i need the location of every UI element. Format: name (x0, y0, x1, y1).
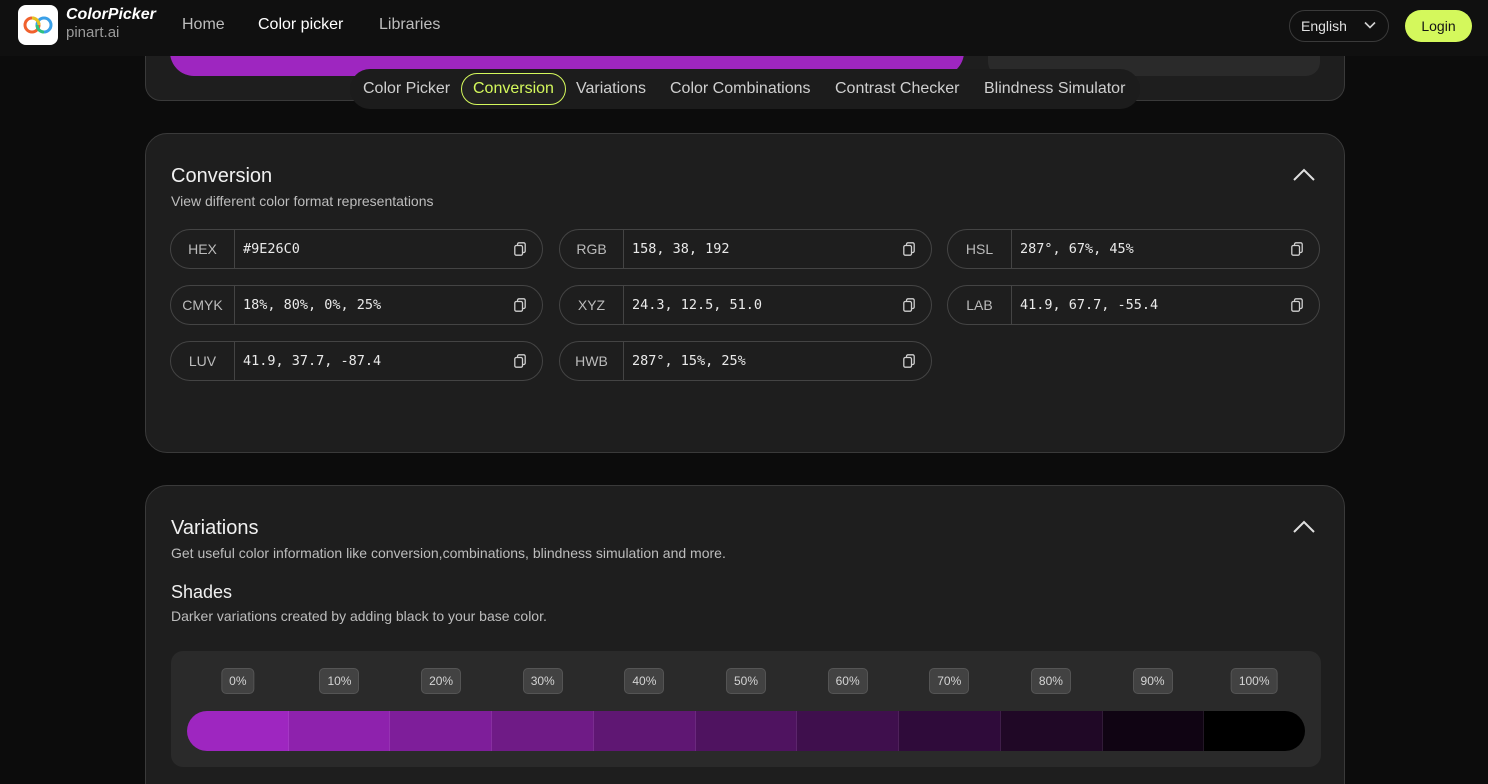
shade-swatches (187, 711, 1305, 751)
field-value[interactable]: 158, 38, 192 (624, 241, 887, 257)
conversion-title: Conversion (171, 165, 273, 187)
shade-percent-badge: 70% (929, 668, 970, 694)
variations-card: Variations Get useful color information … (145, 485, 1345, 784)
conversion-subtitle: View different color format representati… (171, 193, 434, 209)
shade-swatch[interactable] (492, 711, 594, 751)
field-value[interactable]: 287°, 67%, 45% (1012, 241, 1275, 257)
top-navigation: ColorPicker pinart.ai Home Color picker … (0, 0, 1488, 56)
shade-percent-badge: 60% (827, 668, 868, 694)
hwb-field: HWB 287°, 15%, 25% (559, 341, 932, 381)
shade-swatch[interactable] (1000, 711, 1103, 751)
variations-title: Variations (171, 517, 259, 539)
tab-color-combinations[interactable]: Color Combinations (670, 73, 811, 105)
shade-percent-badge: 40% (624, 668, 665, 694)
shade-swatch[interactable] (797, 711, 900, 751)
tab-color-picker[interactable]: Color Picker (363, 73, 450, 105)
shades-subtitle: Darker variations created by adding blac… (171, 608, 547, 624)
tab-blindness-simulator[interactable]: Blindness Simulator (984, 73, 1125, 105)
field-label: XYZ (560, 286, 624, 324)
infinity-logo-icon (23, 16, 53, 34)
logo-title: ColorPicker (66, 6, 156, 23)
copy-icon[interactable] (1275, 298, 1319, 312)
shade-swatch[interactable] (899, 711, 1001, 751)
shade-percent-badge: 30% (522, 668, 563, 694)
field-value[interactable]: 24.3, 12.5, 51.0 (624, 297, 887, 313)
shades-panel: 0% 10% 20% 30% 40% 50% 60% 70% 80% 90% 100% (171, 651, 1321, 767)
copy-icon[interactable] (498, 242, 542, 256)
shade-swatch[interactable] (390, 711, 493, 751)
cmyk-field: CMYK 18%, 80%, 0%, 25% (170, 285, 543, 325)
copy-icon[interactable] (1275, 242, 1319, 256)
shade-percent-badge: 100% (1230, 668, 1278, 694)
nav-color-picker[interactable]: Color picker (258, 16, 343, 34)
hex-field: HEX #9E26C0 (170, 229, 543, 269)
chevron-up-icon[interactable] (1292, 519, 1316, 535)
copy-icon[interactable] (887, 354, 931, 368)
chevron-down-icon (1364, 21, 1376, 29)
field-value[interactable]: #9E26C0 (235, 241, 498, 257)
field-value[interactable]: 18%, 80%, 0%, 25% (235, 297, 498, 313)
field-value[interactable]: 41.9, 37.7, -87.4 (235, 353, 498, 369)
field-label: CMYK (171, 286, 235, 324)
variations-subtitle: Get useful color information like conver… (171, 545, 726, 561)
shade-percent-badge: 10% (319, 668, 360, 694)
language-label: English (1301, 18, 1347, 34)
rgb-field: RGB 158, 38, 192 (559, 229, 932, 269)
shade-percent-badge: 80% (1030, 668, 1071, 694)
field-value[interactable]: 287°, 15%, 25% (624, 353, 887, 369)
language-select[interactable]: English (1289, 10, 1389, 42)
nav-home[interactable]: Home (182, 16, 225, 34)
field-label: HWB (560, 342, 624, 380)
shade-percent-badge: 0% (221, 668, 255, 694)
field-label: LAB (948, 286, 1012, 324)
tab-variations[interactable]: Variations (576, 73, 646, 105)
shade-percent-badge: 50% (725, 668, 767, 694)
copy-icon[interactable] (887, 298, 931, 312)
tab-contrast-checker[interactable]: Contrast Checker (835, 73, 960, 105)
copy-icon[interactable] (498, 354, 542, 368)
section-tabs: Color Picker Conversion Variations Color… (350, 69, 1140, 109)
shade-swatch[interactable] (1204, 711, 1305, 751)
lab-field: LAB 41.9, 67.7, -55.4 (947, 285, 1320, 325)
shade-swatch[interactable] (695, 711, 798, 751)
luv-field: LUV 41.9, 37.7, -87.4 (170, 341, 543, 381)
field-label: LUV (171, 342, 235, 380)
field-label: HSL (948, 230, 1012, 268)
shade-percent-badge: 20% (421, 668, 462, 694)
nav-libraries[interactable]: Libraries (379, 16, 440, 34)
shades-title: Shades (171, 582, 233, 602)
shade-percent-badge: 90% (1132, 668, 1173, 694)
shade-swatch[interactable] (288, 711, 391, 751)
copy-icon[interactable] (887, 242, 931, 256)
xyz-field: XYZ 24.3, 12.5, 51.0 (559, 285, 932, 325)
shade-swatch[interactable] (1102, 711, 1205, 751)
copy-icon[interactable] (498, 298, 542, 312)
logo-subtitle: pinart.ai (66, 24, 120, 41)
hsl-field: HSL 287°, 67%, 45% (947, 229, 1320, 269)
shade-swatch[interactable] (593, 711, 696, 751)
conversion-card: Conversion View different color format r… (145, 133, 1345, 453)
shade-swatch[interactable] (187, 711, 289, 751)
field-value[interactable]: 41.9, 67.7, -55.4 (1012, 297, 1275, 313)
login-button[interactable]: Login (1405, 10, 1472, 42)
chevron-up-icon[interactable] (1292, 167, 1316, 183)
logo[interactable] (18, 5, 58, 45)
field-label: HEX (171, 230, 235, 268)
tab-conversion[interactable]: Conversion (461, 73, 566, 105)
field-label: RGB (560, 230, 624, 268)
